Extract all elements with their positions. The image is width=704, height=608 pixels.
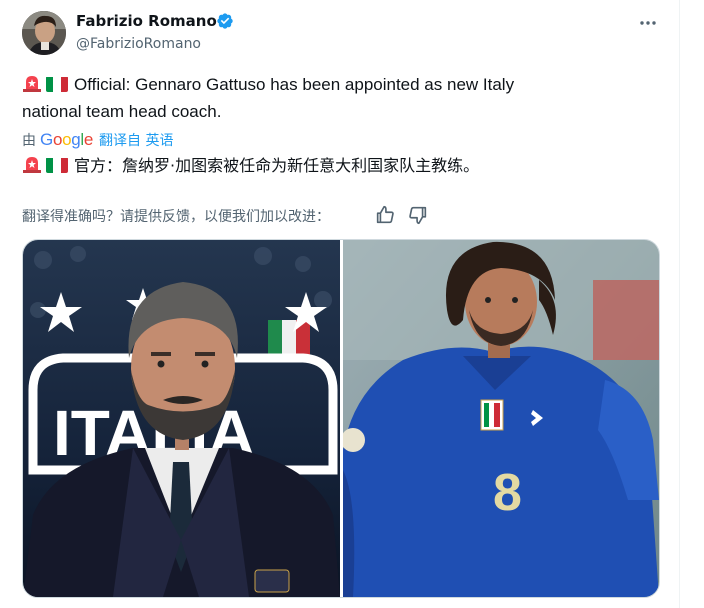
thumbs-down-icon[interactable] xyxy=(407,204,429,226)
italy-flag-emoji-icon xyxy=(46,76,68,92)
siren-emoji-icon xyxy=(23,76,41,92)
translated-from-link[interactable]: 翻译自 英语 xyxy=(99,130,173,150)
siren-emoji-icon xyxy=(23,157,41,173)
translated-text-line: 官方：詹纳罗·加图索被任命为新任意大利国家队主教练。 xyxy=(22,154,479,178)
thumbs-up-icon[interactable] xyxy=(374,204,396,226)
google-letter: e xyxy=(83,130,94,149)
tweet-text-2: national team head coach. xyxy=(22,102,222,121)
translation-feedback-question: 翻译得准确吗？请提供反馈，以便我们加以改进： xyxy=(22,209,330,225)
tweet-media[interactable]: ITALIA 8 xyxy=(22,239,660,598)
shirt-number: 8 xyxy=(493,464,522,522)
translation-attribution: 由 Google 翻译自 英语 xyxy=(22,130,174,150)
author-handle[interactable]: @FabrizioRomano xyxy=(76,36,201,52)
verified-badge-icon xyxy=(217,13,233,29)
avatar[interactable] xyxy=(22,11,66,55)
translated-text: 官方：詹纳罗·加图索被任命为新任意大利国家队主教练。 xyxy=(74,156,480,175)
tweet-text-line-2: national team head coach. xyxy=(22,100,221,124)
timeline-divider xyxy=(679,0,680,608)
google-letter: G xyxy=(40,130,53,149)
google-letter: o xyxy=(62,130,72,149)
tweet-text-line-1: Official: Gennaro Gattuso has been appoi… xyxy=(22,73,514,97)
translated-by-label: 由 xyxy=(22,133,36,149)
media-photo-player[interactable]: 8 xyxy=(343,240,659,597)
author-name[interactable]: Fabrizio Romano xyxy=(76,12,217,30)
italy-flag-emoji-icon xyxy=(46,157,68,173)
google-logo: Google xyxy=(40,130,93,150)
google-letter: o xyxy=(52,130,63,149)
more-dots-icon[interactable] xyxy=(638,13,658,33)
tweet-text-1: Official: Gennaro Gattuso has been appoi… xyxy=(74,75,515,94)
media-photo-coach[interactable]: ITALIA xyxy=(23,240,340,597)
